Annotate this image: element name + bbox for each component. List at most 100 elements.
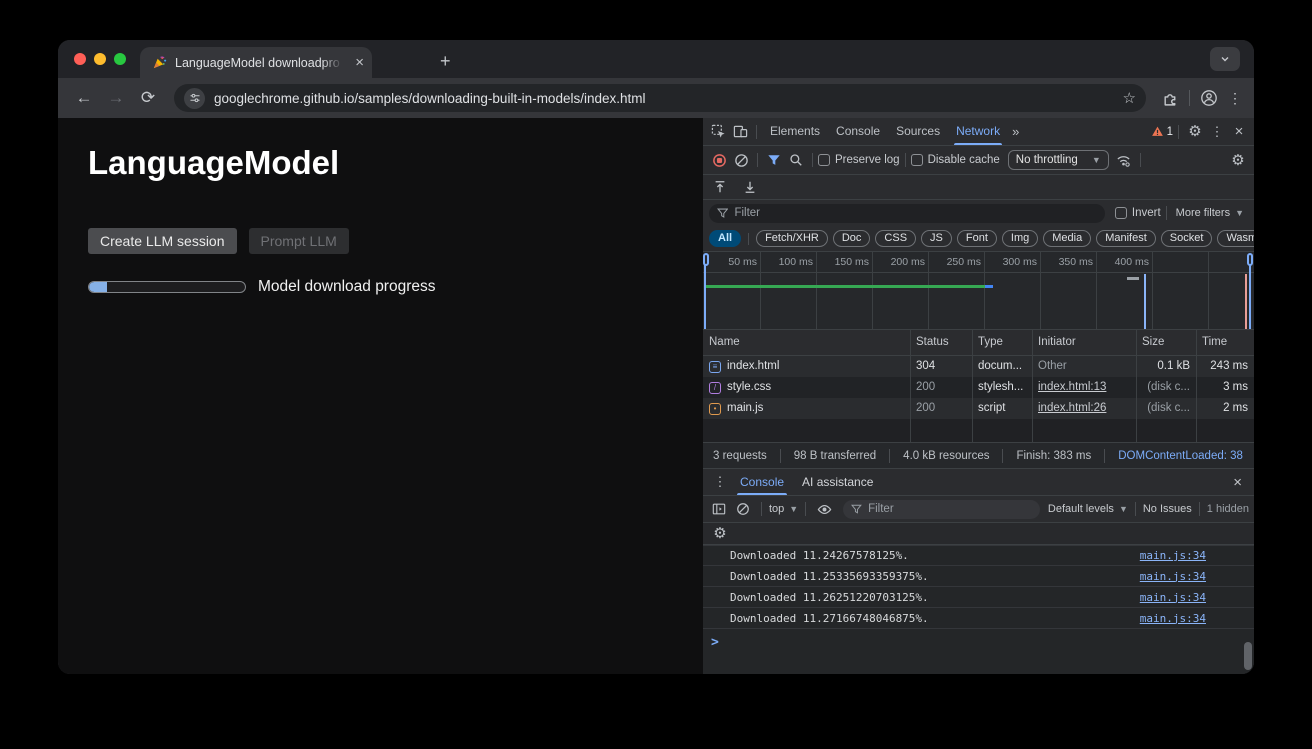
issues-counter[interactable]: No Issues	[1143, 503, 1192, 515]
table-row[interactable]: ≡ index.html 304 docum... Other 0.1 kB 2…	[703, 356, 1254, 377]
tab-console[interactable]: Console	[828, 118, 888, 145]
extensions-puzzle-icon[interactable]	[1162, 90, 1179, 107]
drawer-tab-console[interactable]: Console	[731, 469, 793, 495]
drawer-tab-ai-assistance[interactable]: AI assistance	[793, 469, 882, 495]
hidden-messages-count[interactable]: 1 hidden	[1207, 503, 1249, 515]
column-divider[interactable]	[910, 330, 911, 442]
clear-network-log-icon[interactable]	[730, 149, 752, 171]
console-message[interactable]: Downloaded 11.24267578125%. main.js:34	[703, 545, 1254, 566]
import-har-icon[interactable]	[709, 176, 731, 198]
log-levels-dropdown[interactable]: Default levels ▼	[1048, 503, 1128, 515]
tab-network[interactable]: Network	[948, 118, 1008, 145]
console-scrollbar-thumb[interactable]	[1244, 642, 1252, 670]
site-info-button[interactable]	[184, 88, 205, 109]
table-row[interactable]: • main.js 200 script index.html:26 (disk…	[703, 398, 1254, 419]
chip-manifest[interactable]: Manifest	[1096, 230, 1156, 247]
invert-checkbox[interactable]: Invert	[1115, 207, 1161, 219]
console-message[interactable]: Downloaded 11.27166748046875%. main.js:3…	[703, 608, 1254, 629]
chip-doc[interactable]: Doc	[833, 230, 871, 247]
maximize-window-button[interactable]	[114, 53, 126, 65]
forward-button[interactable]: →	[102, 84, 130, 112]
network-conditions-icon[interactable]	[1113, 149, 1135, 171]
column-header-status[interactable]: Status	[910, 330, 972, 355]
drawer-menu-icon[interactable]: ⋮	[709, 471, 731, 493]
chip-wasm[interactable]: Wasm	[1217, 230, 1254, 247]
content-area: LanguageModel Create LLM session Prompt …	[58, 118, 1254, 674]
throttling-select[interactable]: No throttling ▼	[1008, 150, 1109, 170]
request-type: script	[972, 398, 1032, 419]
chip-css[interactable]: CSS	[875, 230, 916, 247]
chip-js[interactable]: JS	[921, 230, 952, 247]
close-window-button[interactable]	[74, 53, 86, 65]
device-toolbar-icon[interactable]	[729, 121, 751, 143]
initiator-link[interactable]: index.html:13	[1038, 381, 1106, 393]
drawer-close-icon[interactable]: ×	[1227, 474, 1248, 491]
browser-menu-icon[interactable]: ⋮	[1228, 90, 1242, 107]
bookmark-star-icon[interactable]: ☆	[1123, 89, 1136, 107]
new-tab-button[interactable]: +	[440, 52, 451, 70]
tab-sources[interactable]: Sources	[888, 118, 948, 145]
column-divider[interactable]	[1032, 330, 1033, 442]
column-header-time[interactable]: Time	[1196, 330, 1254, 355]
message-source-link[interactable]: main.js:34	[1140, 570, 1206, 583]
chip-media[interactable]: Media	[1043, 230, 1091, 247]
chip-img[interactable]: Img	[1002, 230, 1038, 247]
chip-fetch-xhr[interactable]: Fetch/XHR	[756, 230, 828, 247]
more-tabs-icon[interactable]: »	[1008, 124, 1023, 139]
more-filters-dropdown[interactable]: More filters ▼	[1176, 207, 1244, 219]
message-source-link[interactable]: main.js:34	[1140, 591, 1206, 604]
preserve-log-checkbox[interactable]: Preserve log	[818, 154, 900, 166]
network-filter-input[interactable]	[734, 207, 1096, 219]
column-divider[interactable]	[1196, 330, 1197, 442]
tabbar-divider2	[1178, 125, 1179, 139]
address-bar[interactable]: googlechrome.github.io/samples/downloadi…	[174, 84, 1146, 112]
chip-socket[interactable]: Socket	[1161, 230, 1213, 247]
live-expression-eye-icon[interactable]	[813, 498, 835, 520]
column-divider[interactable]	[972, 330, 973, 442]
column-header-name[interactable]: Name	[703, 330, 910, 355]
export-har-icon[interactable]	[739, 176, 761, 198]
profile-avatar-icon[interactable]	[1200, 89, 1218, 107]
browser-tab[interactable]: LanguageModel downloadpro ×	[140, 47, 372, 78]
console-message[interactable]: Downloaded 11.25335693359375%. main.js:3…	[703, 566, 1254, 587]
reload-button[interactable]: ⟳	[134, 84, 162, 112]
network-filter-icon[interactable]	[763, 149, 785, 171]
initiator-link[interactable]: index.html:26	[1038, 402, 1106, 414]
issues-warning[interactable]: 1	[1151, 125, 1173, 138]
column-header-size[interactable]: Size	[1136, 330, 1196, 355]
inspect-element-icon[interactable]	[707, 121, 729, 143]
chip-all[interactable]: All	[709, 230, 741, 247]
disable-cache-label: Disable cache	[928, 154, 1000, 166]
minimize-window-button[interactable]	[94, 53, 106, 65]
tab-search-button[interactable]	[1210, 47, 1240, 71]
request-status: 200	[910, 377, 972, 398]
console-settings-icon[interactable]: ⚙	[709, 523, 731, 545]
column-header-type[interactable]: Type	[972, 330, 1032, 355]
network-search-icon[interactable]	[785, 149, 807, 171]
prompt-llm-button[interactable]: Prompt LLM	[249, 228, 349, 254]
message-source-link[interactable]: main.js:34	[1140, 549, 1206, 562]
network-settings-icon[interactable]: ⚙	[1227, 149, 1249, 171]
devtools-close-icon[interactable]: ×	[1228, 121, 1250, 143]
create-llm-session-button[interactable]: Create LLM session	[88, 228, 237, 254]
devtools-settings-icon[interactable]: ⚙	[1184, 121, 1206, 143]
clear-console-icon[interactable]	[732, 498, 754, 520]
chip-font[interactable]: Font	[957, 230, 997, 247]
record-network-log-icon[interactable]	[708, 149, 730, 171]
console-prompt[interactable]: >	[703, 629, 1254, 674]
tab-close-icon[interactable]: ×	[355, 55, 364, 70]
network-overview-timeline[interactable]: 50 ms 100 ms 150 ms 200 ms 250 ms 300 ms…	[703, 252, 1254, 330]
table-row[interactable]: / style.css 200 stylesh... index.html:13…	[703, 377, 1254, 398]
console-message[interactable]: Downloaded 11.26251220703125%. main.js:3…	[703, 587, 1254, 608]
console-filter-input[interactable]	[868, 503, 1032, 515]
summary-domcontentloaded: DOMContentLoaded: 38	[1110, 450, 1251, 462]
message-source-link[interactable]: main.js:34	[1140, 612, 1206, 625]
context-selector[interactable]: top ▼	[769, 503, 798, 515]
console-sidebar-toggle-icon[interactable]	[708, 498, 730, 520]
devtools-menu-icon[interactable]: ⋮	[1206, 121, 1228, 143]
tab-elements[interactable]: Elements	[762, 118, 828, 145]
column-header-initiator[interactable]: Initiator	[1032, 330, 1136, 355]
back-button[interactable]: ←	[70, 84, 98, 112]
column-divider[interactable]	[1136, 330, 1137, 442]
disable-cache-checkbox[interactable]: Disable cache	[911, 154, 1000, 166]
